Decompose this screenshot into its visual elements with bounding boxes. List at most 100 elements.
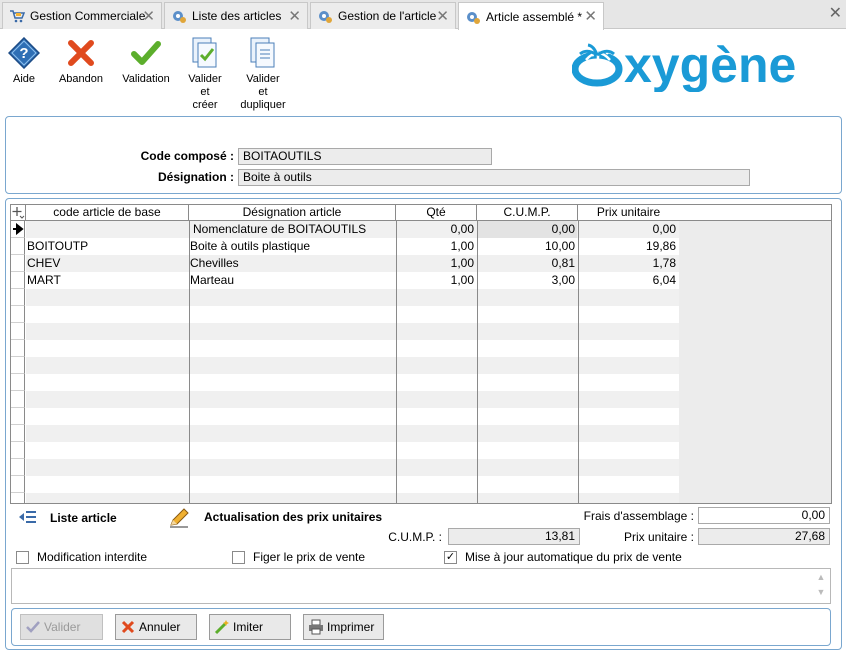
close-icon[interactable]: ✕ [436,7,449,25]
cell-designation[interactable]: Marteau [190,272,395,289]
row-selector[interactable] [11,442,25,459]
close-icon[interactable]: ✕ [288,7,301,25]
mise-a-jour-prix-checkbox[interactable]: ✓ Mise à jour automatique du prix de ven… [444,550,682,564]
valider-dupliquer-button[interactable]: Valider et dupliquer [238,36,288,112]
checkbox-checked[interactable]: ✓ [444,550,457,564]
valider-creer-label-2: et [200,86,210,98]
imprimer-label: Imprimer [327,620,375,634]
table-row[interactable]: Nomenclature de BOITAOUTILS 0,00 0,00 0,00 [11,221,831,238]
annuler-label: Annuler [139,620,181,634]
modification-interdite-checkbox[interactable]: Modification interdite [16,550,147,564]
cell-designation[interactable]: Nomenclature de BOITAOUTILS [190,221,395,238]
row-selector[interactable] [11,272,25,289]
table-row[interactable]: CHEV Chevilles 1,00 0,81 1,78 [11,255,831,272]
row-selector[interactable] [11,425,25,442]
table-row[interactable] [11,459,831,476]
validation-button[interactable]: Validation [120,36,172,86]
cell-qte[interactable]: 1,00 [397,238,476,255]
cell-prix[interactable]: 19,86 [579,238,678,255]
cell-qte[interactable]: 1,00 [397,255,476,272]
close-all-icon[interactable]: ✕ [829,3,842,23]
add-row-icon[interactable] [11,205,26,221]
liste-article-link[interactable]: Liste article [50,511,117,525]
row-selector[interactable] [11,408,25,425]
row-selector[interactable] [11,238,25,255]
frais-assemblage-field[interactable]: 0,00 [698,507,830,524]
memo-textarea[interactable]: ▲ ▼ [11,568,831,604]
table-row[interactable] [11,391,831,408]
table-row[interactable] [11,425,831,442]
cell-cump[interactable]: 0,00 [478,221,577,238]
table-row[interactable] [11,374,831,391]
row-selector[interactable] [11,493,25,503]
row-selector[interactable] [11,340,25,357]
row-selector[interactable] [11,357,25,374]
table-row[interactable] [11,323,831,340]
cell-qte[interactable]: 1,00 [397,272,476,289]
cell-code[interactable]: MART [27,272,187,289]
table-row[interactable] [11,357,831,374]
code-compose-field[interactable]: BOITAOUTILS [238,148,492,165]
tab-gestion-commerciale[interactable]: Gestion Commerciale ✕ [2,2,162,29]
row-selector[interactable] [11,391,25,408]
help-button[interactable]: ? Aide [7,36,41,86]
table-row[interactable]: MART Marteau 1,00 3,00 6,04 [11,272,831,289]
annuler-button[interactable]: Annuler [115,614,197,640]
col-header-qte[interactable]: Qté [396,205,477,221]
abandon-button[interactable]: Abandon [56,36,106,86]
grid-header: code article de base Désignation article… [11,205,831,221]
row-selector[interactable] [11,221,25,238]
table-row[interactable] [11,408,831,425]
tab-liste-articles[interactable]: Liste des articles ✕ [164,2,308,29]
cell-prix[interactable]: 0,00 [579,221,678,238]
table-row[interactable] [11,340,831,357]
row-selector[interactable] [11,374,25,391]
actualisation-prix-link[interactable]: Actualisation des prix unitaires [204,510,382,524]
gear-icon [465,9,481,25]
checkbox-unchecked[interactable] [16,550,29,564]
table-row[interactable] [11,493,831,503]
cell-code[interactable]: BOITOUTP [27,238,187,255]
row-selector[interactable] [11,323,25,340]
valider-dupliquer-label-2: et [258,86,268,98]
memo-scrollbar[interactable]: ▲ ▼ [813,570,829,602]
cell-code[interactable] [27,221,187,238]
pencil-icon[interactable] [168,507,190,532]
cell-prix[interactable]: 6,04 [579,272,678,289]
tab-gestion-article[interactable]: Gestion de l'article ✕ [310,2,456,29]
cell-prix[interactable]: 1,78 [579,255,678,272]
cell-designation[interactable]: Boite à outils plastique [190,238,395,255]
figer-prix-checkbox[interactable]: Figer le prix de vente [232,550,365,564]
table-row[interactable] [11,476,831,493]
row-selector[interactable] [11,306,25,323]
table-row[interactable] [11,306,831,323]
checkbox-unchecked[interactable] [232,550,245,564]
col-header-cump[interactable]: C.U.M.P. [477,205,578,221]
col-header-designation[interactable]: Désignation article [189,205,396,221]
cell-cump[interactable]: 10,00 [478,238,577,255]
valider-button[interactable]: Valider [20,614,103,640]
designation-field[interactable]: Boite à outils [238,169,750,186]
imprimer-button[interactable]: Imprimer [303,614,384,640]
row-selector[interactable] [11,476,25,493]
imiter-button[interactable]: Imiter [209,614,291,640]
valider-creer-button[interactable]: Valider et créer [184,36,226,112]
col-header-code[interactable]: code article de base [26,205,189,221]
close-icon[interactable]: ✕ [584,7,597,25]
row-selector[interactable] [11,289,25,306]
row-selector[interactable] [11,459,25,476]
table-row[interactable] [11,442,831,459]
cell-code[interactable]: CHEV [27,255,187,272]
list-icon[interactable] [18,509,38,528]
close-icon[interactable]: ✕ [142,7,155,25]
cell-cump[interactable]: 0,81 [478,255,577,272]
table-row[interactable] [11,289,831,306]
tab-article-assemble[interactable]: Article assemblé * ✕ [458,2,604,30]
col-header-prix[interactable]: Prix unitaire [578,205,679,221]
components-grid[interactable]: code article de base Désignation article… [10,204,832,504]
cell-qte[interactable]: 0,00 [397,221,476,238]
cell-designation[interactable]: Chevilles [190,255,395,272]
cell-cump[interactable]: 3,00 [478,272,577,289]
table-row[interactable]: BOITOUTP Boite à outils plastique 1,00 10,0… [11,238,831,255]
row-selector[interactable] [11,255,25,272]
